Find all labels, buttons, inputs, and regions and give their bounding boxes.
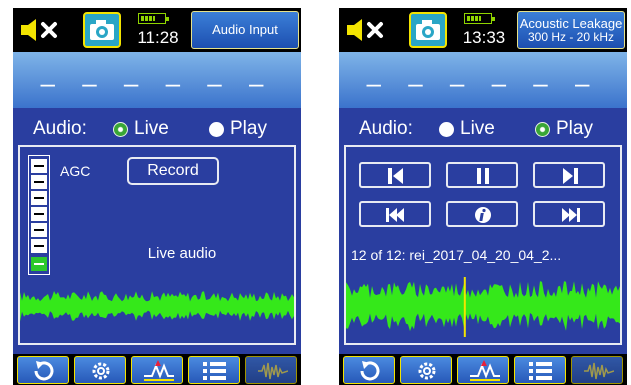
settings-button[interactable] [400,356,452,384]
skip-to-end-icon [563,168,578,184]
live-audio-panel: AGC Record Live audio [18,145,296,345]
agc-label: AGC [60,163,91,179]
live-radio-label[interactable]: Live [134,114,169,144]
waveform-trace [346,281,620,332]
measurement-display: – – – – – – [13,52,301,108]
live-radio[interactable] [439,122,454,137]
list-button[interactable] [188,356,240,384]
mode-label: Audio Input [212,22,278,37]
playback-waveform[interactable] [346,277,620,337]
play-radio-label[interactable]: Play [556,114,593,144]
skip-to-end-button[interactable] [533,162,605,188]
filter-icon [144,360,174,381]
skip-to-start-icon [388,168,403,184]
waveform-icon [584,362,614,380]
waveform-button[interactable] [245,356,297,384]
gear-icon [418,362,436,380]
battery-icon [464,13,495,24]
gear-icon [92,362,110,380]
record-button[interactable]: Record [127,157,219,185]
refresh-icon [34,361,54,381]
bottom-toolbar [13,354,301,385]
camera-icon [416,20,440,40]
filter-button[interactable] [131,356,183,384]
audio-label: Audio: [33,118,87,139]
filter-button[interactable] [457,356,509,384]
refresh-icon [360,361,380,381]
playback-file-label: 12 of 12: rei_2017_04_20_04_2... [351,247,562,263]
list-icon [529,362,552,380]
list-icon [203,362,226,380]
live-radio[interactable] [113,122,128,137]
mode-frequency-range: 300 Hz - 20 kHz [527,29,615,44]
audio-source-row: Audio: Live Play [13,114,301,144]
info-button[interactable] [446,201,518,227]
pause-button[interactable] [446,162,518,188]
previous-track-icon [386,208,404,222]
device-screen-audio-input: 11:28 Audio Input – – – – – – Audio: Liv… [13,8,301,385]
live-audio-status: Live audio [147,245,217,262]
live-waveform [20,291,294,322]
audio-label: Audio: [359,118,413,139]
play-radio[interactable] [209,122,224,137]
camera-icon [90,20,114,40]
measurement-display: – – – – – – [339,52,627,108]
clock: 11:28 [137,28,179,47]
speaker-mute-icon[interactable] [345,16,389,44]
battery-icon [138,13,169,24]
info-icon [475,207,491,223]
next-track-icon [562,208,580,222]
mode-label: Acoustic Leakage [519,15,623,31]
play-radio-label[interactable]: Play [230,114,267,144]
previous-track-button[interactable] [359,201,431,227]
refresh-button[interactable] [17,356,69,384]
clock: 13:33 [462,28,506,47]
mode-button[interactable]: Acoustic Leakage 300 Hz - 20 kHz [517,11,625,49]
camera-button[interactable] [409,12,447,48]
device-screen-acoustic-leakage: 13:33 Acoustic Leakage 300 Hz - 20 kHz –… [339,8,627,385]
pause-icon [477,168,489,184]
settings-button[interactable] [74,356,126,384]
live-radio-label[interactable]: Live [460,114,495,144]
play-radio[interactable] [535,122,550,137]
waveform-trace [20,291,294,322]
refresh-button[interactable] [343,356,395,384]
playback-panel: 12 of 12: rei_2017_04_20_04_2... [344,145,622,345]
camera-button[interactable] [83,12,121,48]
filter-icon [470,360,500,381]
playback-position-cursor[interactable] [463,277,466,337]
top-bar: 13:33 Acoustic Leakage 300 Hz - 20 kHz [339,8,627,52]
waveform-icon [258,362,288,380]
skip-to-start-button[interactable] [359,162,431,188]
bottom-toolbar [339,354,627,385]
audio-source-row: Audio: Live Play [339,114,627,144]
mode-button[interactable]: Audio Input [191,11,299,49]
speaker-mute-icon[interactable] [19,16,63,44]
next-track-button[interactable] [533,201,605,227]
list-button[interactable] [514,356,566,384]
top-bar: 11:28 Audio Input [13,8,301,52]
waveform-button[interactable] [571,356,623,384]
